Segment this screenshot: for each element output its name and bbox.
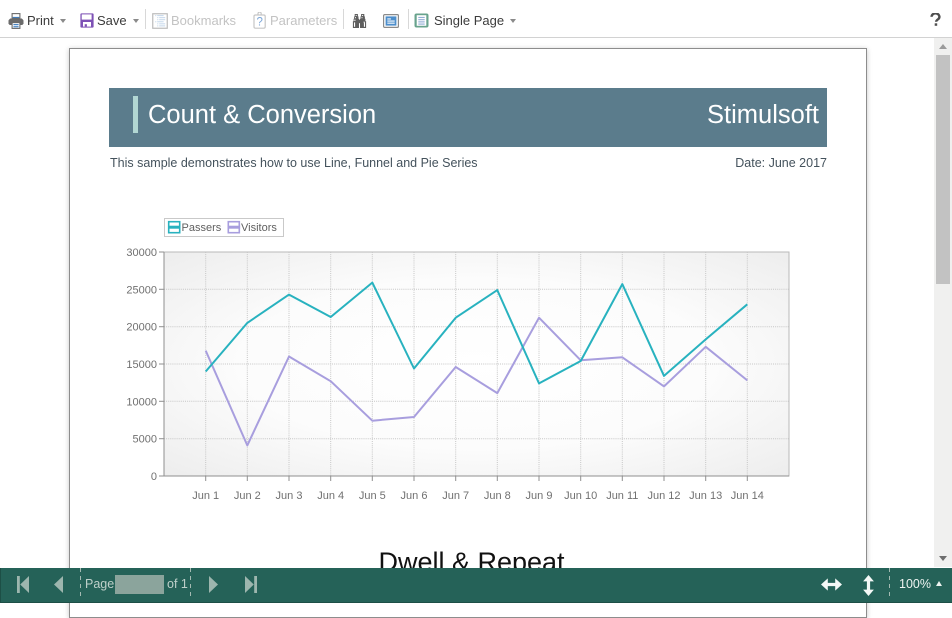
- svg-text:Jun 8: Jun 8: [484, 490, 511, 502]
- svg-text:?: ?: [256, 17, 262, 29]
- svg-text:25000: 25000: [126, 284, 157, 296]
- svg-text:Jun 3: Jun 3: [276, 490, 303, 502]
- svg-text:Visitors: Visitors: [241, 222, 277, 234]
- svg-text:10000: 10000: [126, 396, 157, 408]
- svg-text:Jun 10: Jun 10: [564, 490, 597, 502]
- svg-text:5000: 5000: [133, 434, 157, 446]
- svg-text:15000: 15000: [126, 359, 157, 371]
- svg-text:Jun 1: Jun 1: [192, 490, 219, 502]
- svg-text:Jun 12: Jun 12: [647, 490, 680, 502]
- svg-text:Jun 14: Jun 14: [731, 490, 764, 502]
- svg-text:Jun 7: Jun 7: [442, 490, 469, 502]
- svg-text:Jun 2: Jun 2: [234, 490, 261, 502]
- svg-text:Jun 5: Jun 5: [359, 490, 386, 502]
- svg-text:30000: 30000: [126, 247, 157, 259]
- svg-text:Jun 13: Jun 13: [689, 490, 722, 502]
- svg-text:Jun 9: Jun 9: [526, 490, 553, 502]
- svg-text:Passers: Passers: [182, 222, 222, 234]
- svg-text:20000: 20000: [126, 322, 157, 334]
- svg-text:Jun 11: Jun 11: [606, 490, 638, 502]
- svg-text:Jun 6: Jun 6: [401, 490, 428, 502]
- svg-text:0: 0: [151, 471, 157, 483]
- svg-text:Jun 4: Jun 4: [317, 490, 344, 502]
